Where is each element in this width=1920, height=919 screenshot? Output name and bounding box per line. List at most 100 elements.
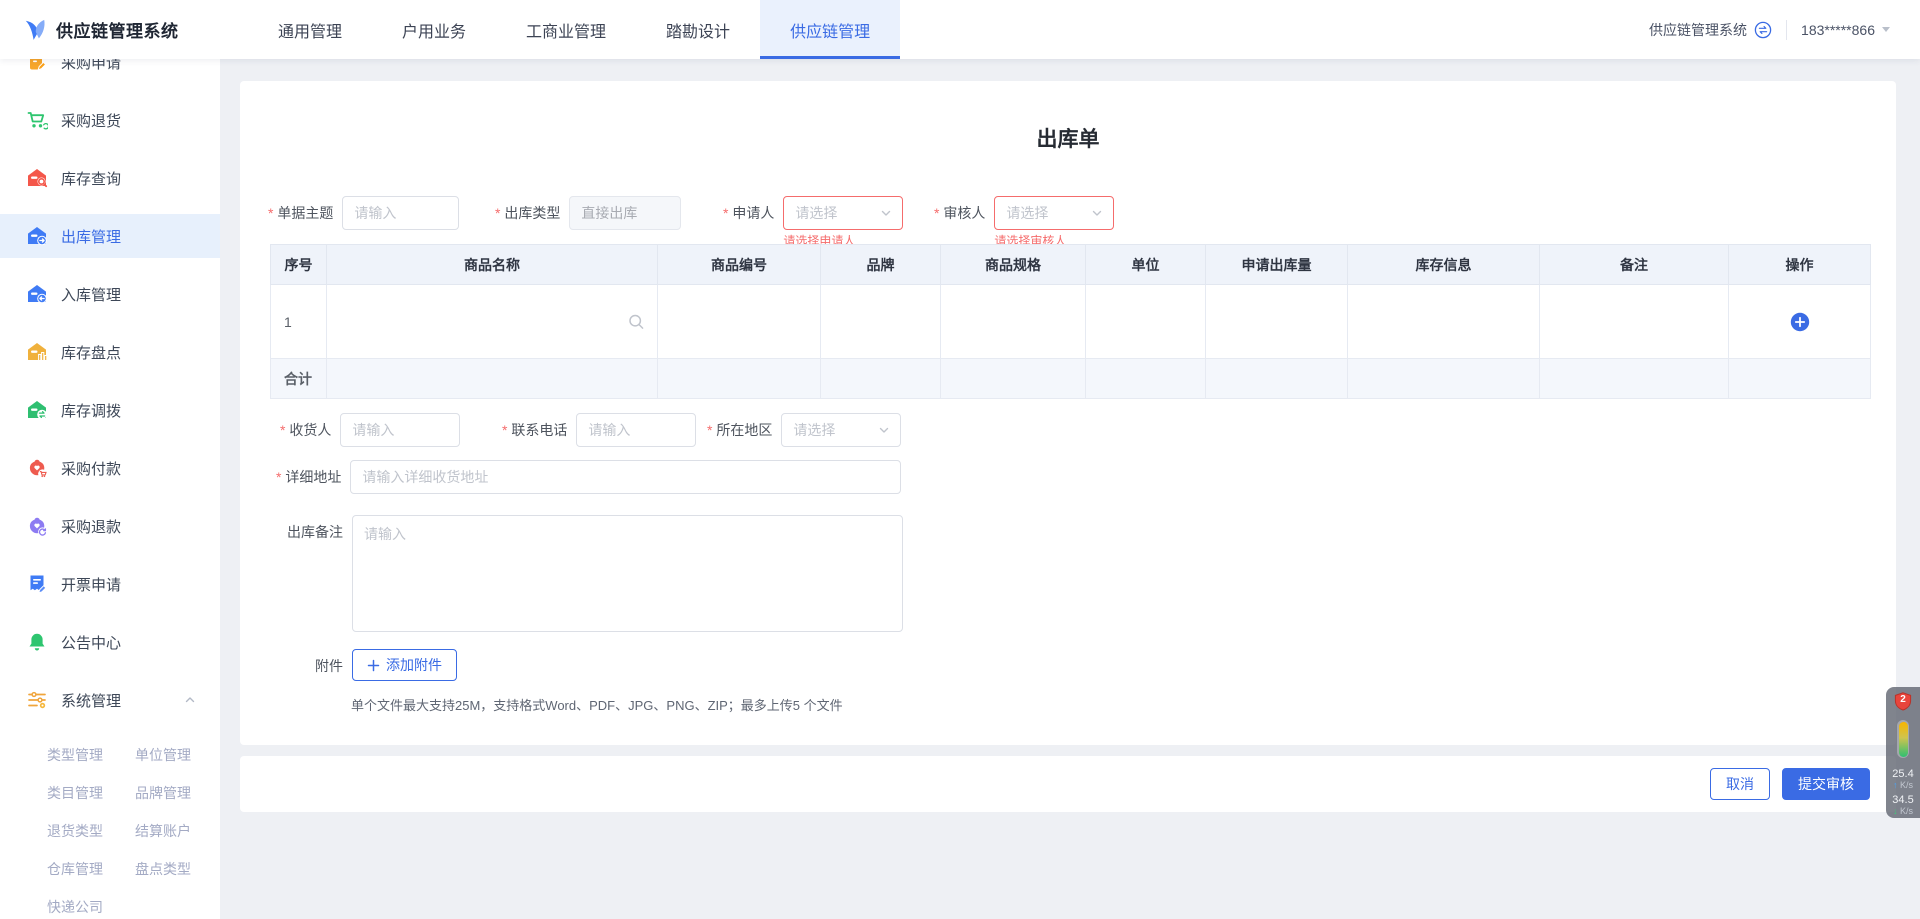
- sidebar-item-label: 开票申请: [61, 574, 121, 595]
- footer-action-bar: 取消 提交审核: [240, 756, 1896, 812]
- nav-tab-3[interactable]: 工商业管理: [496, 0, 636, 59]
- sidebar-item-12[interactable]: 系统管理: [0, 678, 220, 722]
- sidebar-items: 采购申请采购退货库存查询出库管理入库管理库存盘点库存调拨采购付款采购退款开票申请…: [0, 59, 220, 722]
- purchase-return-icon: [26, 109, 48, 131]
- sidebar-item-7[interactable]: 库存调拨: [0, 388, 220, 432]
- sidebar-item-9[interactable]: 采购退款: [0, 504, 220, 548]
- net-speeds: 25.4 ↑ K/s 34.5 ↓ K/s: [1892, 768, 1913, 820]
- system-switcher[interactable]: 供应链管理系统: [1649, 20, 1772, 40]
- sidebar-item-2[interactable]: 采购退货: [0, 98, 220, 142]
- sidebar-subitem-4[interactable]: 品牌管理: [135, 774, 220, 812]
- stocktake-icon: [26, 341, 48, 363]
- user-menu[interactable]: 183*****866: [1801, 22, 1890, 38]
- sidebar-item-label: 系统管理: [61, 690, 121, 711]
- sidebar-subitem-5[interactable]: 退货类型: [47, 812, 135, 850]
- address-label: 详细地址: [276, 460, 341, 494]
- nav-tab-1[interactable]: 通用管理: [248, 0, 372, 59]
- field-attachment: 附件 添加附件: [315, 649, 457, 683]
- performance-gauge: [1897, 720, 1909, 758]
- nav-tab-4[interactable]: 踏勘设计: [636, 0, 760, 59]
- region-select[interactable]: 请选择: [781, 413, 901, 447]
- outbound-type-label: 出库类型: [495, 196, 560, 230]
- remark-cell: [1540, 285, 1729, 359]
- transfer-icon: [26, 399, 48, 421]
- field-reviewer: 审核人 请选择 请选择审核人: [934, 196, 1114, 248]
- plus-icon: [367, 659, 380, 672]
- consignee-input[interactable]: [340, 413, 460, 447]
- brand-cell: [821, 285, 941, 359]
- phone-label: 联系电话: [502, 413, 567, 447]
- sidebar-subitem-3[interactable]: 类目管理: [47, 774, 135, 812]
- sidebar-subitem-6[interactable]: 结算账户: [135, 812, 220, 850]
- sidebar-item-label: 采购退货: [61, 110, 121, 131]
- sidebar-item-8[interactable]: 采购付款: [0, 446, 220, 490]
- sidebar-item-label: 库存盘点: [61, 342, 121, 363]
- col-header-6: 单位: [1086, 245, 1206, 285]
- field-address: 详细地址: [276, 460, 901, 494]
- sidebar-item-3[interactable]: 库存查询: [0, 156, 220, 200]
- phone-input[interactable]: [576, 413, 696, 447]
- subject-label: 单据主题: [268, 196, 333, 230]
- reviewer-label: 审核人: [934, 196, 985, 230]
- cancel-button[interactable]: 取消: [1710, 768, 1770, 800]
- upload-arrow-icon: ↑: [1893, 780, 1898, 790]
- chevron-down-icon: [1882, 27, 1890, 32]
- field-consignee: 收货人: [280, 413, 460, 447]
- nav-tab-2[interactable]: 户用业务: [372, 0, 496, 59]
- sidebar-subitem-1[interactable]: 类型管理: [47, 736, 135, 774]
- add-attachment-button[interactable]: 添加附件: [352, 649, 457, 681]
- search-icon[interactable]: [628, 313, 645, 330]
- net-speed-widget[interactable]: 2 25.4 ↑ K/s 34.5 ↓ K/s: [1886, 687, 1920, 818]
- sidebar-item-10[interactable]: 开票申请: [0, 562, 220, 606]
- reviewer-select[interactable]: 请选择: [994, 196, 1114, 230]
- operation-cell: [1729, 285, 1871, 359]
- submit-review-button[interactable]: 提交审核: [1782, 768, 1870, 800]
- chevron-up-icon[interactable]: [184, 694, 196, 706]
- brand-title: 供应链管理系统: [56, 17, 179, 42]
- header-right: 供应链管理系统 183*****866: [1649, 0, 1920, 59]
- logo-bird-icon: [22, 17, 48, 43]
- field-remark: 出库备注: [287, 515, 903, 632]
- sidebar-item-label: 库存查询: [61, 168, 121, 189]
- remark-label: 出库备注: [287, 515, 343, 549]
- sidebar-item-6[interactable]: 库存盘点: [0, 330, 220, 374]
- row-index: 1: [271, 285, 327, 359]
- field-phone: 联系电话: [502, 413, 696, 447]
- field-subject: 单据主题: [268, 196, 459, 230]
- sidebar-item-11[interactable]: 公告中心: [0, 620, 220, 664]
- region-placeholder: 请选择: [793, 420, 835, 440]
- outbound-qty-cell: [1206, 285, 1348, 359]
- applicant-placeholder: 请选择: [795, 203, 837, 223]
- download-speed-unit: K/s: [1900, 806, 1913, 816]
- col-header-7: 申请出库量: [1206, 245, 1348, 285]
- sidebar-item-1[interactable]: 采购申请: [0, 59, 220, 84]
- user-phone: 183*****866: [1801, 22, 1875, 38]
- brand: 供应链管理系统: [0, 0, 230, 59]
- sidebar-subitem-9[interactable]: 快递公司: [47, 888, 135, 919]
- sidebar-item-5[interactable]: 入库管理: [0, 272, 220, 316]
- sidebar-subitem-2[interactable]: 单位管理: [135, 736, 220, 774]
- sidebar-item-label: 入库管理: [61, 284, 121, 305]
- purchase-request-icon: [26, 59, 48, 73]
- nav-tab-5[interactable]: 供应链管理: [760, 0, 900, 59]
- sidebar-item-4[interactable]: 出库管理: [0, 214, 220, 258]
- sidebar-subitem-8[interactable]: 盘点类型: [135, 850, 220, 888]
- remark-textarea[interactable]: [352, 515, 903, 632]
- attachment-label: 附件: [315, 649, 343, 683]
- subject-input[interactable]: [342, 196, 459, 230]
- address-input[interactable]: [350, 460, 901, 494]
- page-title: 出库单: [240, 123, 1896, 153]
- notice-icon: [26, 631, 48, 653]
- switch-system-icon[interactable]: [1754, 21, 1772, 39]
- applicant-select[interactable]: 请选择: [783, 196, 903, 230]
- outbound-form-card: 出库单 单据主题 出库类型 申请人 请选择 请选择申请人 审核人 请选择 请选择…: [240, 81, 1896, 745]
- sidebar-subitem-7[interactable]: 仓库管理: [47, 850, 135, 888]
- sidebar: 采购申请采购退货库存查询出库管理入库管理库存盘点库存调拨采购付款采购退款开票申请…: [0, 59, 220, 919]
- unit-cell: [1086, 285, 1206, 359]
- upload-speed-unit: K/s: [1900, 780, 1913, 790]
- security-shield-icon[interactable]: 2: [1894, 692, 1912, 712]
- add-row-button[interactable]: [1790, 312, 1810, 332]
- product-name-cell[interactable]: [327, 285, 658, 359]
- col-header-9: 备注: [1540, 245, 1729, 285]
- goods-table-total-row: 合计: [271, 359, 1871, 399]
